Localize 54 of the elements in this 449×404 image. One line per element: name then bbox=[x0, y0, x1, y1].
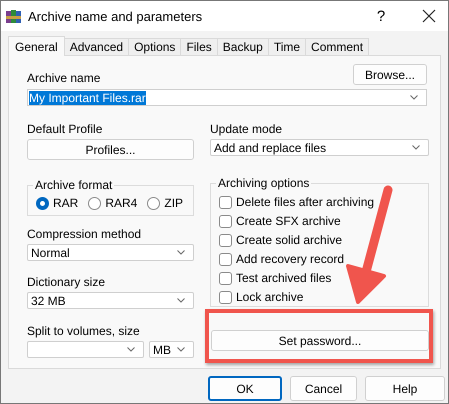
checkbox[interactable] bbox=[219, 214, 232, 228]
radio-button[interactable] bbox=[36, 196, 49, 210]
field-label: Default Profile bbox=[27, 122, 104, 136]
archive-name-field[interactable]: My Important Files.rar bbox=[27, 89, 427, 106]
chevron-icon bbox=[412, 145, 420, 150]
checkbox-label: Create solid archive bbox=[236, 233, 342, 247]
tab[interactable]: Files bbox=[180, 38, 218, 55]
browse-button[interactable]: Browse... bbox=[353, 64, 427, 85]
field-label: Dictionary size bbox=[27, 275, 106, 289]
radio-label: RAR4 bbox=[105, 196, 138, 210]
tab[interactable]: Comment bbox=[305, 38, 370, 55]
radio-button[interactable] bbox=[88, 196, 102, 210]
field-label: Archive name bbox=[27, 71, 100, 85]
dialog-button[interactable]: Help bbox=[365, 376, 445, 401]
checkbox-label: Delete files after archiving bbox=[236, 195, 374, 209]
tab[interactable]: Options bbox=[128, 38, 182, 55]
dropdown[interactable]: Normal bbox=[27, 244, 194, 261]
tab[interactable]: Backup bbox=[216, 38, 269, 55]
dropdown[interactable]: MB bbox=[149, 341, 194, 358]
dropdown[interactable]: Add and replace files bbox=[210, 139, 429, 156]
checkbox[interactable] bbox=[219, 196, 232, 208]
books-icon bbox=[6, 8, 22, 24]
dialog-button[interactable]: Cancel bbox=[290, 376, 357, 401]
field-label: Update mode bbox=[210, 122, 284, 136]
set-password-button[interactable]: Set password... bbox=[211, 330, 429, 351]
radio-label: RAR bbox=[53, 196, 78, 210]
checkbox[interactable] bbox=[219, 272, 232, 284]
checkbox-label: Test archived files bbox=[236, 271, 332, 285]
tab[interactable]: General bbox=[8, 36, 65, 56]
dialog-button[interactable]: OK bbox=[208, 376, 282, 401]
radio-button[interactable] bbox=[147, 196, 160, 210]
chevron-icon bbox=[127, 347, 135, 352]
tab[interactable]: Time bbox=[268, 38, 306, 55]
field-label: Compression method bbox=[27, 227, 142, 241]
group-label: Archiving options bbox=[217, 176, 310, 190]
checkbox-label: Create SFX archive bbox=[236, 214, 341, 228]
chevron-icon bbox=[410, 95, 418, 100]
checkbox-label: Add recovery record bbox=[236, 252, 344, 266]
checkbox[interactable] bbox=[219, 290, 232, 304]
checkbox[interactable] bbox=[219, 252, 232, 266]
close-icon[interactable] bbox=[422, 9, 436, 23]
tab[interactable]: Advanced bbox=[64, 38, 130, 55]
chevron-icon bbox=[177, 347, 185, 352]
radio-label: ZIP bbox=[164, 196, 184, 210]
dropdown[interactable]: 32 MB bbox=[27, 292, 194, 309]
field-label: Split to volumes, size bbox=[27, 324, 141, 338]
chevron-icon bbox=[177, 298, 185, 303]
window-title: Archive name and parameters bbox=[28, 8, 204, 24]
chevron-icon bbox=[177, 250, 185, 255]
checkbox-label: Lock archive bbox=[236, 290, 304, 304]
profiles-button[interactable]: Profiles... bbox=[27, 139, 194, 160]
help-button[interactable]: ? bbox=[366, 8, 396, 24]
group-label: Archive format bbox=[34, 178, 114, 192]
checkbox[interactable] bbox=[219, 234, 232, 246]
